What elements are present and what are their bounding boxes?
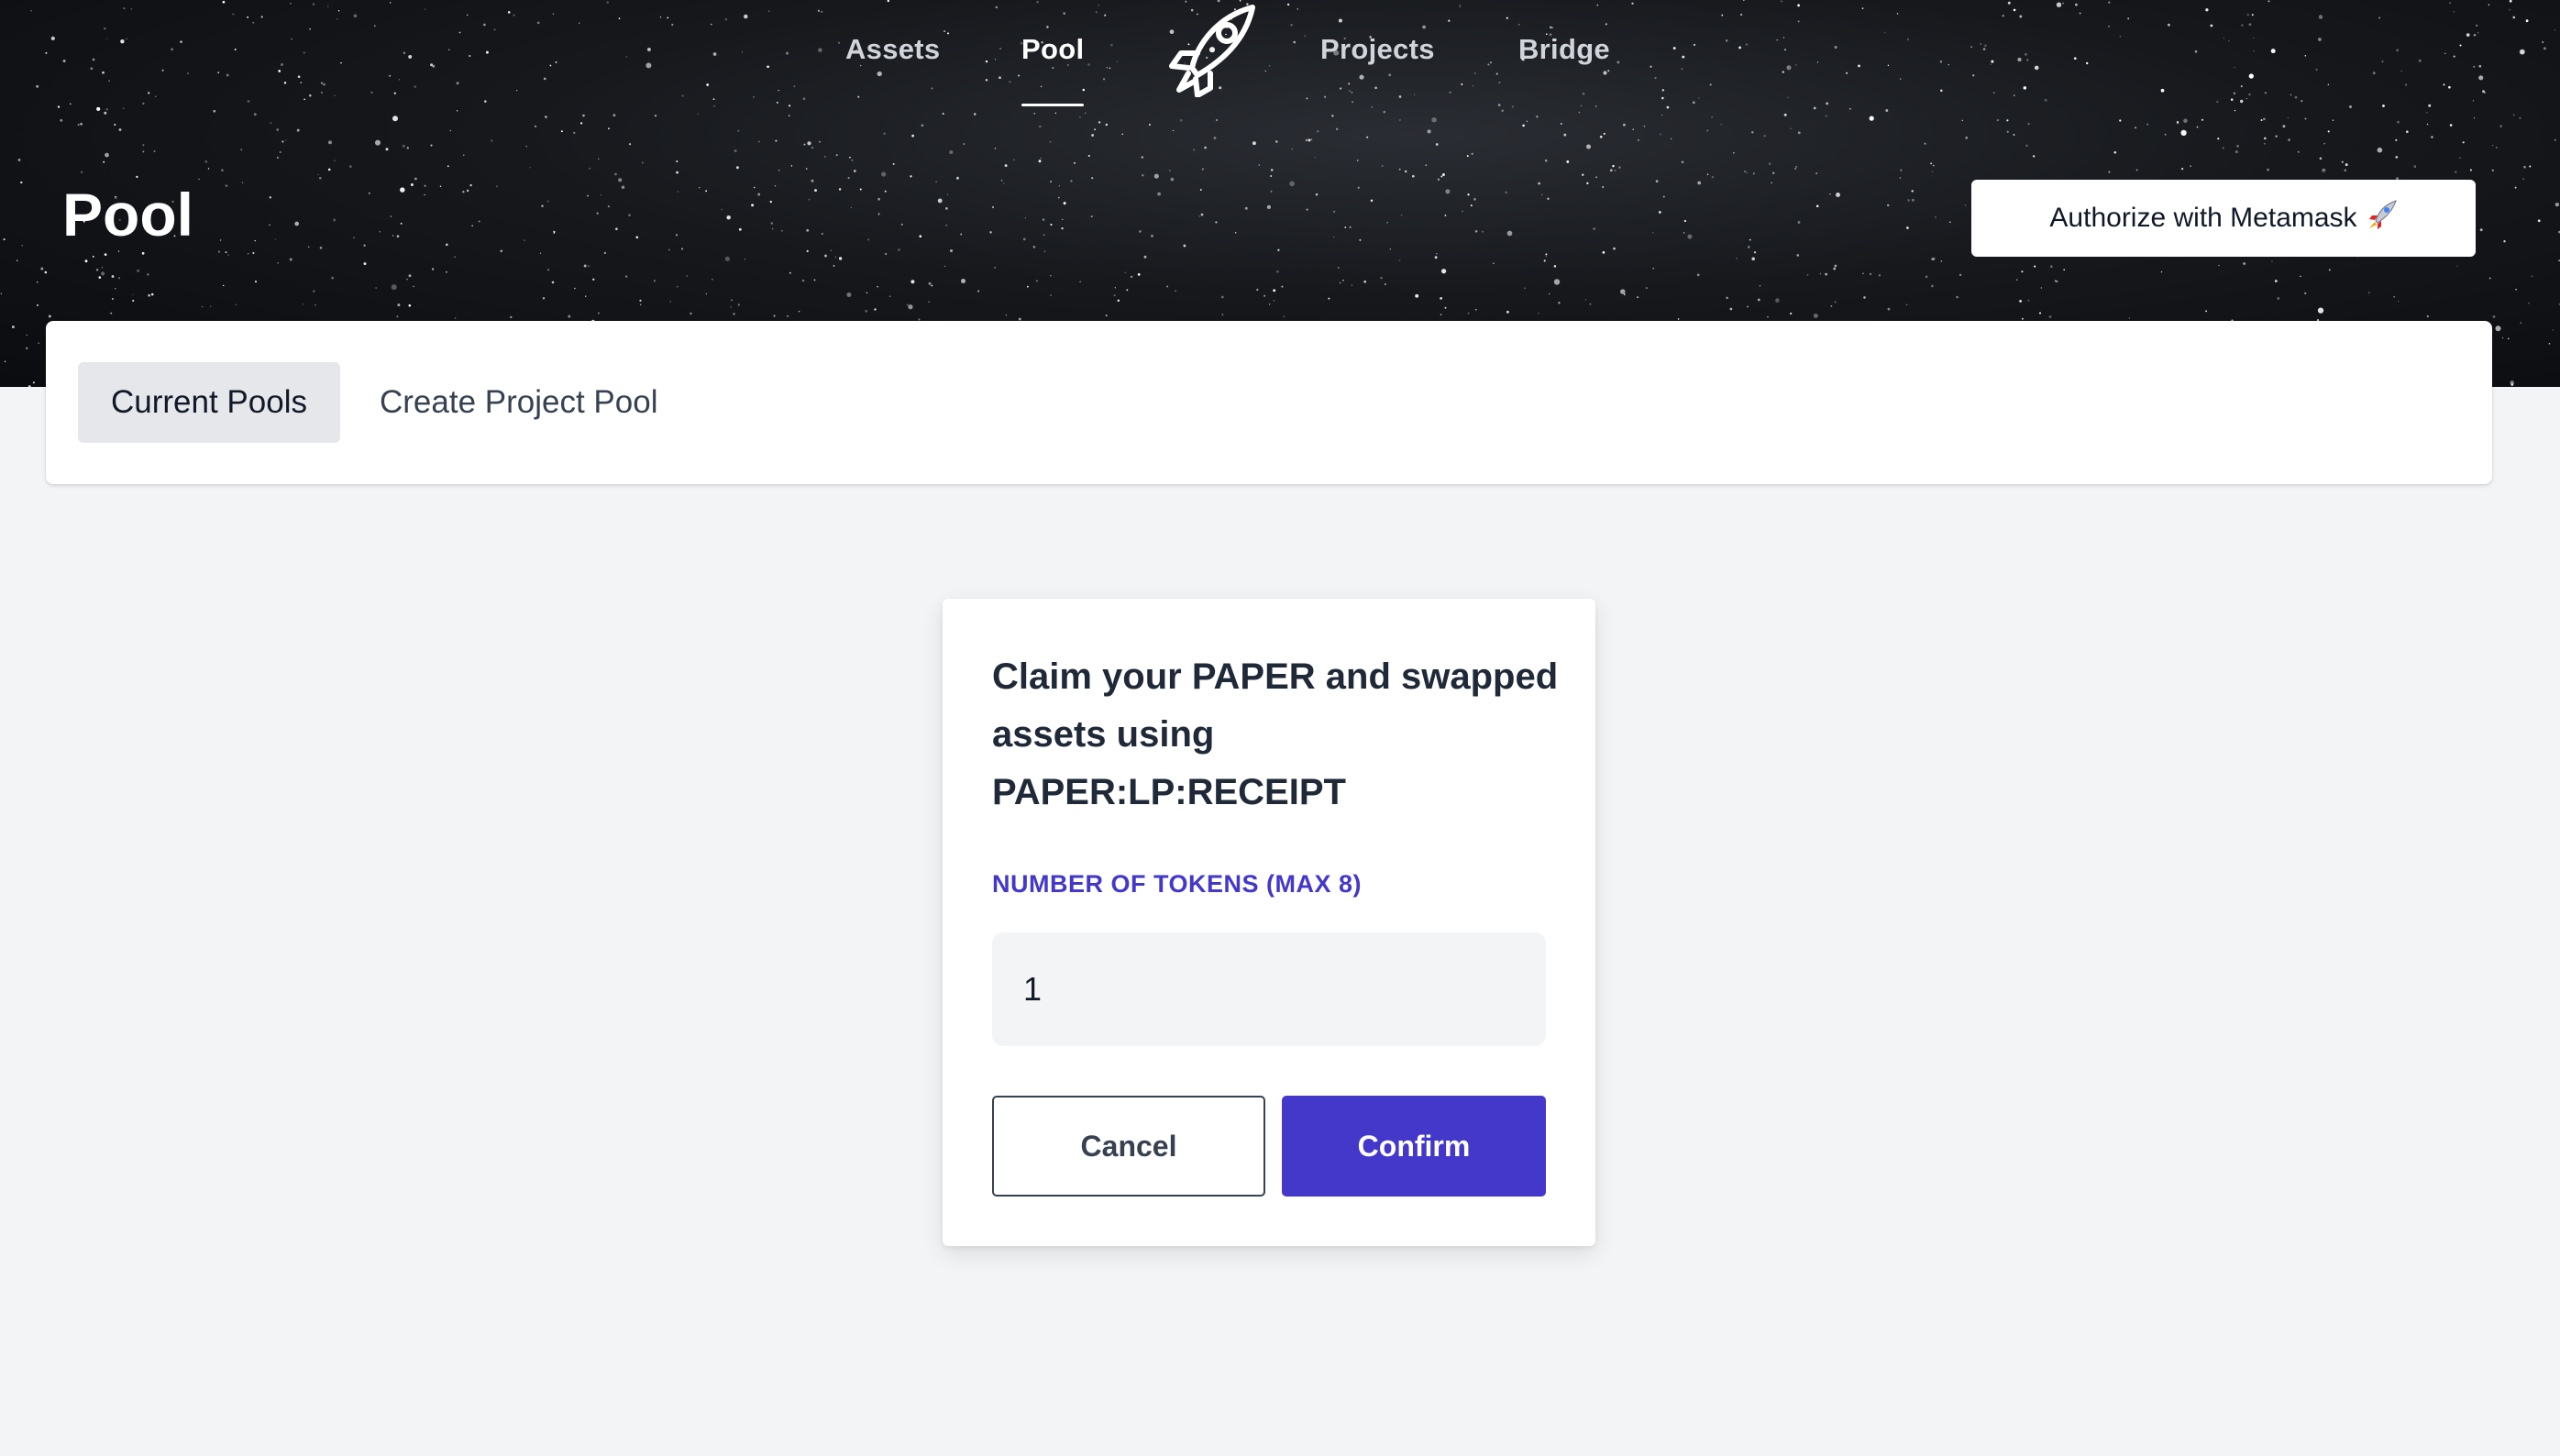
nav-link-bridge[interactable]: Bridge (1518, 33, 1610, 66)
tokens-quantity-input[interactable] (992, 932, 1546, 1046)
claim-dialog: Claim your PAPER and swapped assets usin… (943, 599, 1595, 1246)
nav-link-pool[interactable]: Pool (1021, 33, 1084, 66)
nav-link-assets[interactable]: Assets (845, 33, 940, 66)
tab-current-pools[interactable]: Current Pools (78, 362, 340, 443)
pool-tabs-card: Current Pools Create Project Pool (46, 321, 2492, 484)
dialog-title: Claim your PAPER and swapped assets usin… (992, 656, 1559, 812)
tokens-field-label: NUMBER OF TOKENS (MAX 8) (992, 870, 1363, 898)
authorize-metamask-button[interactable]: Authorize with Metamask (1971, 180, 2476, 257)
rocket-icon[interactable] (1161, 2, 1260, 98)
rocket-emoji-icon (2367, 199, 2398, 237)
page-title: Pool (62, 181, 193, 248)
top-nav: Assets Pool Projects Bridge (0, 0, 2560, 110)
confirm-button[interactable]: Confirm (1282, 1096, 1546, 1197)
authorize-button-label: Authorize with Metamask (2049, 203, 2357, 233)
nav-link-projects[interactable]: Projects (1320, 33, 1435, 66)
nav-active-indicator (1021, 104, 1084, 106)
tab-create-project-pool[interactable]: Create Project Pool (380, 362, 657, 443)
cancel-button[interactable]: Cancel (992, 1096, 1265, 1197)
